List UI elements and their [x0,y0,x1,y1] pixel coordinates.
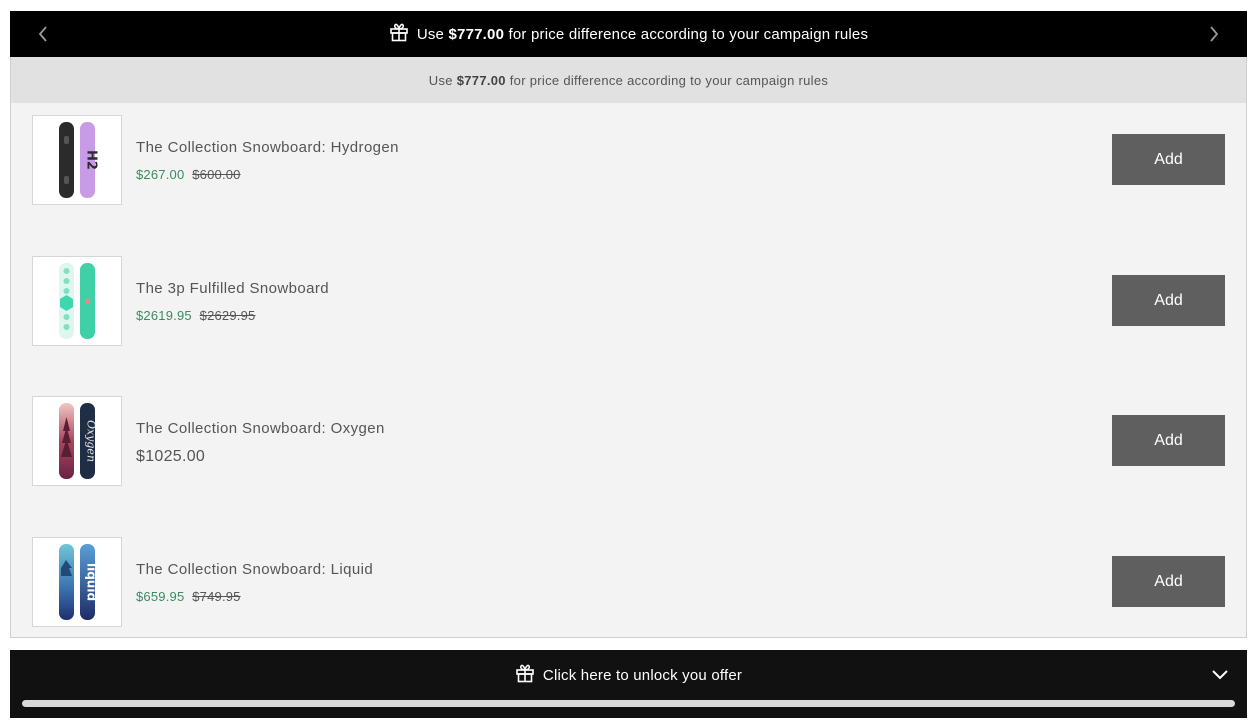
product-item: Oxygen The Collection Snowboard: Oxygen … [11,396,1246,486]
snowboard-liquid-icon[interactable]: liquid [32,537,122,627]
product-title[interactable]: The Collection Snowboard: Hydrogen [136,139,399,156]
svg-text:liquid: liquid [85,563,99,601]
add-button[interactable]: Add [1112,415,1225,466]
add-button[interactable]: Add [1112,556,1225,607]
unlock-offer-text: Click here to unlock you offer [542,666,743,684]
offer-panel: Use $777.00 for price difference accordi… [10,57,1247,638]
product-item: H2 The Collection Snowboard: Hydrogen $2… [11,115,1246,205]
banner-suffix: for price difference according to your c… [508,25,869,43]
sub-banner-suffix: for price difference according to your c… [509,72,829,88]
product-title[interactable]: The Collection Snowboard: Oxygen [136,420,385,437]
unlock-offer-label[interactable]: Click here to unlock you offer [10,664,1247,686]
compare-price: $600.00 [192,167,241,182]
gift-icon [515,663,535,687]
product-prices: $659.95 $749.95 [136,589,241,604]
product-title[interactable]: The 3p Fulfilled Snowboard [136,280,329,297]
gift-icon [389,22,409,46]
product-price: $1025.00 [136,448,206,465]
sub-banner: Use $777.00 for price difference accordi… [11,57,1246,103]
sale-price: $267.00 [136,167,185,182]
snowboard-oxygen-icon[interactable]: Oxygen [32,396,122,486]
snowboard-3p-fulfilled-icon[interactable] [32,256,122,346]
svg-text:H2: H2 [84,150,99,170]
product-prices: $267.00 $600.00 [136,167,241,182]
chevron-down-icon[interactable] [1209,664,1231,686]
campaign-banner: Use $777.00 for price difference accordi… [10,11,1247,57]
chevron-left-icon[interactable] [20,11,66,57]
product-item: The 3p Fulfilled Snowboard $2619.95 $262… [11,256,1246,346]
offer-progress-bar [22,700,1235,707]
product-title[interactable]: The Collection Snowboard: Liquid [136,561,373,578]
banner-amount: $777.00 [448,25,505,43]
product-item: liquid The Collection Snowboard: Liquid … [11,537,1246,627]
banner-message: Use $777.00 for price difference accordi… [389,22,868,46]
add-button[interactable]: Add [1112,275,1225,326]
compare-price: $2629.95 [199,308,256,323]
chevron-right-icon[interactable] [1191,11,1237,57]
banner-prefix: Use [416,25,445,43]
snowboard-hydrogen-icon[interactable]: H2 [32,115,122,205]
sub-banner-amount: $777.00 [456,72,506,88]
svg-text:Oxygen: Oxygen [85,420,98,462]
add-button[interactable]: Add [1112,134,1225,185]
compare-price: $749.95 [192,589,241,604]
offer-progress-fill [22,700,1235,707]
sale-price: $659.95 [136,589,185,604]
product-prices: $2619.95 $2629.95 [136,308,255,323]
sale-price: $2619.95 [136,308,192,323]
sub-banner-prefix: Use [428,72,453,88]
unlock-offer-bar[interactable]: Click here to unlock you offer [10,650,1247,718]
